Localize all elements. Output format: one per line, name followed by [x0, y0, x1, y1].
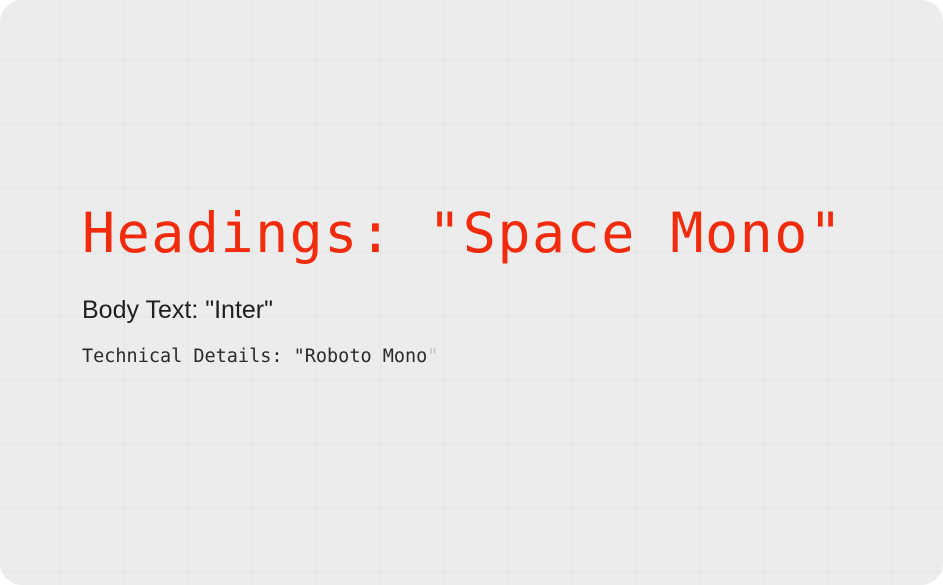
- technical-label: Technical Details:: [82, 346, 294, 367]
- typography-card: Headings: "Space Mono" Body Text: "Inter…: [0, 0, 943, 585]
- technical-font-sample: Technical Details: "Roboto Mono": [82, 346, 438, 368]
- body-font-sample: Body Text: "Inter": [82, 296, 273, 324]
- technical-close-quote: ": [427, 346, 439, 367]
- heading-font-sample: Headings: "Space Mono": [82, 201, 844, 265]
- technical-font-name: Roboto Mono: [304, 346, 428, 367]
- technical-open-quote: ": [293, 346, 305, 367]
